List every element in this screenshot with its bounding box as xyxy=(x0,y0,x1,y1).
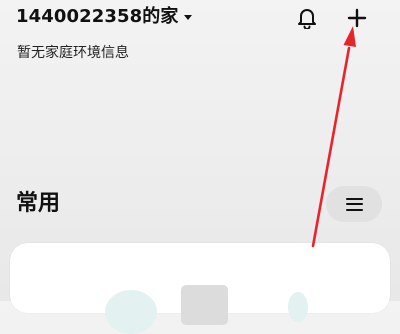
bell-icon xyxy=(298,9,316,29)
menu-icon xyxy=(345,197,363,211)
caret-down-icon xyxy=(184,15,193,20)
plus-icon xyxy=(347,8,367,28)
environment-status-text: 暂无家庭环境信息 xyxy=(17,45,129,61)
decoration-blob-right xyxy=(288,292,308,322)
device-card[interactable] xyxy=(10,243,390,334)
notification-button[interactable] xyxy=(294,5,320,31)
decoration-blob-left xyxy=(105,290,157,334)
device-thumbnail xyxy=(181,285,228,325)
home-selector[interactable]: 1440022358的家 xyxy=(16,5,193,29)
add-button[interactable] xyxy=(344,5,370,31)
section-title: 常用 xyxy=(16,191,61,216)
section-menu-button[interactable] xyxy=(326,186,382,222)
home-title: 1440022358的家 xyxy=(16,6,179,27)
